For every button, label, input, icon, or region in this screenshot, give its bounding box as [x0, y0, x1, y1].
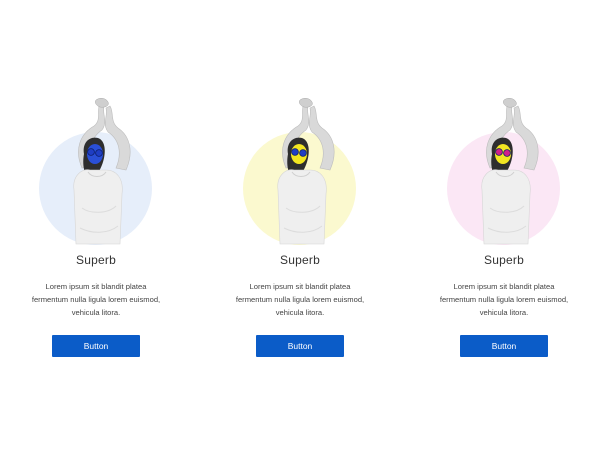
feature-card: Superb Lorem ipsum sit blandit platea fe… — [438, 98, 570, 357]
card-description: Lorem ipsum sit blandit platea fermentum… — [235, 282, 365, 317]
card-button[interactable]: Button — [256, 335, 344, 357]
woman-portrait-image — [277, 98, 335, 245]
card-title: Superb — [484, 253, 524, 267]
card-description: Lorem ipsum sit blandit platea fermentum… — [31, 282, 161, 317]
feature-card: Superb Lorem ipsum sit blandit platea fe… — [234, 98, 366, 357]
card-description: Lorem ipsum sit blandit platea fermentum… — [439, 282, 569, 317]
portrait-figure — [30, 98, 162, 246]
woman-portrait-image — [481, 98, 539, 245]
card-title: Superb — [76, 253, 116, 267]
portrait-figure — [438, 98, 570, 246]
card-button[interactable]: Button — [52, 335, 140, 357]
card-button[interactable]: Button — [460, 335, 548, 357]
woman-portrait-image — [73, 98, 131, 245]
card-title: Superb — [280, 253, 320, 267]
portrait-figure — [234, 98, 366, 246]
card-row: Superb Lorem ipsum sit blandit platea fe… — [0, 98, 600, 357]
feature-card: Superb Lorem ipsum sit blandit platea fe… — [30, 98, 162, 357]
